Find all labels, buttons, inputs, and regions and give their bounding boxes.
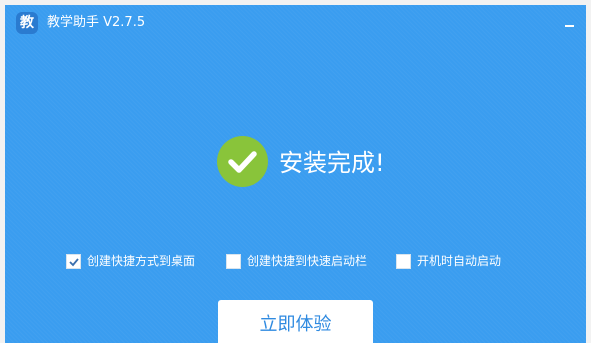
desktop-shortcut-label: 创建快捷方式到桌面 <box>87 254 196 268</box>
minimize-icon <box>565 25 574 27</box>
quicklaunch-shortcut-checkbox[interactable] <box>226 254 241 269</box>
checkmark-icon <box>69 258 79 267</box>
title-bar: 教 教学助手 V2.7.5 <box>5 5 586 37</box>
status-message: 安装完成! <box>279 149 385 177</box>
app-logo: 教 <box>16 12 38 34</box>
desktop-shortcut-checkbox[interactable] <box>66 254 81 269</box>
autostart-label: 开机时自动启动 <box>417 254 502 268</box>
window-title: 教学助手 V2.7.5 <box>47 15 146 30</box>
start-now-button[interactable]: 立即体验 <box>218 300 373 343</box>
autostart-checkbox[interactable] <box>396 254 411 269</box>
installer-window: 教 教学助手 V2.7.5 安装完成! 创建快捷方式到桌面 创建快捷到快速启动栏… <box>5 5 586 343</box>
success-check-icon <box>217 136 268 187</box>
minimize-button[interactable] <box>558 11 586 35</box>
quicklaunch-shortcut-label: 创建快捷到快速启动栏 <box>247 254 368 268</box>
